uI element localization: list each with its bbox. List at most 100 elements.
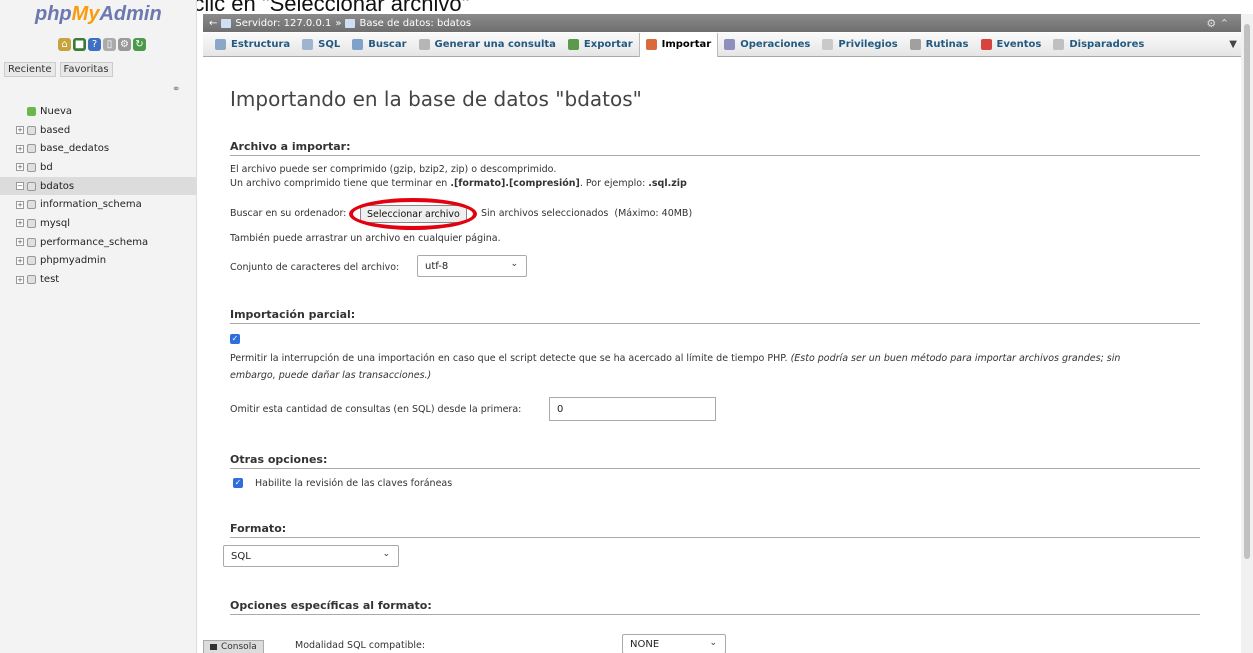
database-icon — [27, 125, 36, 135]
foreign-keys-checkbox[interactable]: ✓ — [233, 478, 243, 488]
tab-icon — [1053, 39, 1065, 50]
breadcrumb: ← Servidor: 127.0.0.1 » Base de datos: b… — [203, 14, 1241, 32]
tree-item-db[interactable]: + performance_schema — [0, 233, 197, 252]
phpmyadmin-logo[interactable]: phpMyAdmin — [35, 3, 162, 26]
expand-icon[interactable]: + — [16, 219, 24, 228]
other-options-title: Otras opciones: — [230, 453, 1200, 469]
breadcrumb-server[interactable]: Servidor: 127.0.0.1 — [221, 18, 331, 29]
tab-icon — [645, 39, 657, 50]
tree-item-db[interactable]: + test — [0, 270, 197, 289]
tab-icon — [909, 39, 921, 50]
back-arrow-icon[interactable]: ← — [209, 18, 217, 29]
expand-icon[interactable]: + — [16, 126, 24, 135]
breadcrumb-separator: » — [335, 17, 342, 29]
nav-tab-recent[interactable]: Reciente — [4, 62, 56, 77]
page-title: Importando en la base de datos "bdatos" — [230, 87, 642, 111]
tab-exportar[interactable]: Exportar — [562, 33, 639, 57]
link-icon[interactable]: ⚭ — [172, 84, 180, 95]
format-select[interactable]: SQL ⌄ — [223, 545, 399, 567]
settings-icon[interactable]: ⚙ — [118, 38, 131, 51]
expand-icon[interactable]: + — [16, 200, 24, 209]
tree-item-db[interactable]: + phpmyadmin — [0, 252, 197, 271]
tab-operaciones[interactable]: Operaciones — [718, 33, 816, 57]
tab-estructura[interactable]: Estructura — [209, 33, 296, 57]
partial-import-title: Importación parcial: — [230, 308, 1200, 324]
tab-generar-una-consulta[interactable]: Generar una consulta — [413, 33, 562, 57]
reload-icon[interactable]: ↻ — [133, 38, 146, 51]
tab-disparadores[interactable]: Disparadores — [1047, 33, 1150, 57]
nav-tabs: Reciente Favoritas — [4, 62, 113, 77]
database-icon — [27, 181, 36, 191]
database-tree: Nueva + based + base_dedatos + bd − bdatos +… — [0, 102, 197, 289]
tree-item-db[interactable]: + bd — [0, 158, 197, 177]
compression-info: El archivo puede ser comprimido (gzip, b… — [230, 164, 557, 175]
skip-queries-label: Omitir esta cantidad de consultas (en SQ… — [230, 404, 522, 415]
tab-icon — [352, 39, 364, 50]
tab-rutinas[interactable]: Rutinas — [904, 33, 975, 57]
allow-interrupt-text: Permitir la interrupción de una importac… — [230, 353, 1121, 364]
charset-select[interactable]: utf-8 ⌄ — [417, 255, 527, 277]
tab-importar[interactable]: Importar — [638, 32, 719, 57]
tree-item-db[interactable]: + information_schema — [0, 195, 197, 214]
database-icon — [27, 237, 36, 247]
sql-compat-select[interactable]: NONE ⌄ — [622, 634, 726, 653]
selected-file-status: Sin archivos seleccionados (Máximo: 40MB… — [481, 208, 693, 219]
settings-icon[interactable]: ⚙ — [1206, 17, 1216, 30]
file-section-title: Archivo a importar: — [230, 140, 1200, 156]
scrollbar-thumb[interactable] — [1244, 24, 1250, 559]
tree-item-db[interactable]: + based — [0, 121, 197, 140]
database-icon — [27, 200, 36, 210]
expand-icon[interactable]: + — [16, 144, 24, 153]
navigation-panel: phpMyAdmin ⌂ ■ ? ▯ ⚙ ↻ Reciente Favorita… — [0, 0, 197, 653]
tab-sql[interactable]: SQL — [296, 33, 346, 57]
charset-label: Conjunto de caracteres del archivo: — [230, 262, 400, 273]
tab-icon — [567, 39, 579, 50]
console-toggle[interactable]: Consola — [203, 640, 264, 653]
tree-item-new[interactable]: Nueva — [0, 102, 197, 121]
tab-icon — [822, 39, 834, 50]
tree-item-db[interactable]: + mysql — [0, 214, 197, 233]
skip-queries-input[interactable]: 0 — [549, 397, 716, 421]
browse-label: Buscar en su ordenador: — [230, 208, 347, 219]
database-icon — [27, 256, 36, 266]
nav-icon-bar: ⌂ ■ ? ▯ ⚙ ↻ — [58, 38, 146, 51]
logout-icon[interactable]: ■ — [73, 38, 86, 51]
tab-eventos[interactable]: Eventos — [975, 33, 1048, 57]
help-icon[interactable]: ? — [88, 38, 101, 51]
expand-icon[interactable]: + — [16, 256, 24, 265]
sql-compat-label: Modalidad SQL compatible: — [295, 640, 426, 651]
page-scrollbar[interactable] — [1241, 14, 1253, 653]
console-icon — [210, 644, 217, 650]
tab-privilegios[interactable]: Privilegios — [816, 33, 903, 57]
database-icon — [27, 162, 36, 172]
nav-tab-favorites[interactable]: Favoritas — [59, 62, 113, 77]
tab-icon — [980, 39, 992, 50]
main-content: Importando en la base de datos "bdatos" … — [203, 57, 1241, 653]
collapse-up-icon[interactable]: ⌃ — [1220, 17, 1229, 30]
drag-hint: También puede arrastrar un archivo en cu… — [230, 233, 501, 244]
chevron-down-icon: ⌄ — [382, 549, 390, 559]
expand-icon[interactable]: + — [16, 163, 24, 172]
allow-interrupt-checkbox[interactable]: ✓ — [230, 334, 240, 344]
tab-buscar[interactable]: Buscar — [346, 33, 412, 57]
home-icon[interactable]: ⌂ — [58, 38, 71, 51]
new-db-icon — [27, 106, 36, 116]
database-icon — [27, 218, 36, 228]
tree-item-db[interactable]: + base_dedatos — [0, 139, 197, 158]
top-menu-tabs: Estructura SQL Buscar Generar una consulta E… — [203, 32, 1241, 57]
tab-icon — [724, 39, 736, 50]
more-tabs-icon[interactable]: ▼ — [1229, 39, 1241, 50]
bar-controls: ⚙ ⌃ — [1206, 17, 1229, 30]
expand-icon[interactable]: + — [16, 275, 24, 284]
tab-icon — [418, 39, 430, 50]
breadcrumb-database[interactable]: Base de datos: bdatos — [345, 18, 471, 29]
tree-item-db-selected[interactable]: − bdatos — [0, 176, 197, 196]
expand-icon[interactable]: + — [16, 238, 24, 247]
chevron-down-icon: ⌄ — [510, 259, 518, 269]
docs-icon[interactable]: ▯ — [103, 38, 116, 51]
chevron-down-icon: ⌄ — [709, 638, 717, 648]
collapse-icon[interactable]: − — [16, 182, 24, 191]
database-icon — [27, 144, 36, 154]
compression-example: Un archivo comprimido tiene que terminar… — [230, 178, 687, 189]
format-title: Formato: — [230, 522, 1200, 538]
